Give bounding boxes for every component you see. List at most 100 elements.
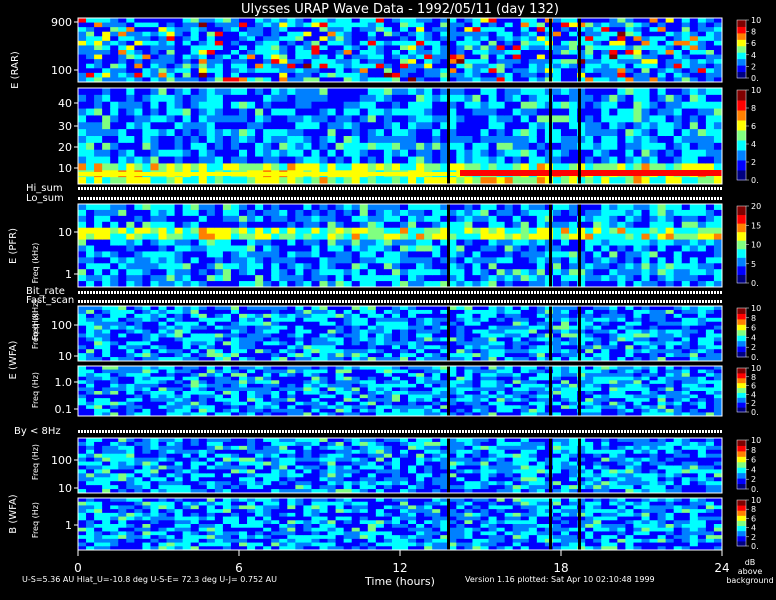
spectrogram-cell	[287, 221, 296, 229]
spectrogram-cell	[432, 115, 441, 123]
spectrogram-cell	[561, 22, 570, 28]
spectrogram-cell	[359, 22, 369, 28]
status-dot	[126, 197, 128, 200]
spectrogram-cell	[625, 142, 634, 151]
spectrogram-cell	[416, 31, 425, 37]
spectrogram-cell	[625, 209, 634, 217]
spectrogram-cell	[593, 54, 602, 60]
spectrogram-cell	[400, 54, 409, 60]
spectrogram-cell	[351, 269, 361, 276]
spectrogram-cell	[649, 63, 659, 69]
spectrogram-cell	[327, 209, 337, 217]
status-dot	[564, 187, 566, 190]
spectrogram-cell	[512, 163, 522, 171]
spectrogram-cell	[408, 156, 417, 164]
spectrogram-cell	[182, 101, 192, 110]
spectrogram-cell	[641, 122, 651, 130]
spectrogram-cell	[343, 215, 353, 223]
status-dot	[402, 187, 404, 190]
spectrogram-cell	[472, 129, 481, 137]
spectrogram-cell	[255, 353, 264, 358]
spectrogram-cell	[126, 45, 135, 51]
spectrogram-cell	[335, 245, 345, 252]
spectrogram-cell	[190, 50, 200, 56]
spectrogram-cell	[271, 341, 280, 346]
spectrogram-cell	[247, 108, 256, 116]
spectrogram-cell	[536, 263, 546, 270]
status-dot	[300, 300, 302, 303]
spectrogram-cell	[351, 45, 361, 51]
spectrogram-cell	[432, 27, 441, 33]
status-dot	[333, 197, 335, 200]
status-dot	[204, 187, 206, 190]
spectrogram-cell	[126, 129, 135, 137]
spectrogram-cell	[102, 269, 111, 276]
spectrogram-cell	[319, 337, 329, 342]
spectrogram-cell	[552, 233, 562, 241]
spectrogram-cell	[367, 45, 377, 51]
spectrogram-cell	[335, 263, 345, 270]
status-dot	[201, 197, 203, 200]
spectrogram-cell	[134, 329, 143, 334]
spectrogram-cell	[222, 309, 232, 315]
spectrogram-cell	[230, 115, 240, 123]
spectrogram-cell	[351, 341, 361, 346]
spectrogram-cell	[585, 122, 594, 130]
spectrogram-cell	[681, 27, 691, 33]
spectrogram-cell	[110, 94, 119, 103]
spectrogram-cell	[464, 27, 473, 33]
spectrogram-cell	[295, 50, 304, 56]
spectrogram-cell	[303, 94, 312, 103]
spectrogram-cell	[255, 204, 264, 211]
spectrogram-cell	[665, 31, 675, 37]
status-dot	[150, 291, 152, 294]
spectrogram-cell	[359, 275, 369, 282]
spectrogram-cell	[319, 275, 329, 282]
spectrogram-cell	[496, 233, 506, 241]
spectrogram-cell	[279, 63, 288, 69]
spectrogram-cell	[94, 215, 103, 223]
status-dot	[582, 197, 584, 200]
status-dot	[435, 300, 437, 303]
spectrogram-cell	[561, 245, 570, 252]
spectrogram-cell	[416, 204, 425, 211]
spectrogram-cell	[134, 68, 143, 74]
status-dot	[354, 187, 356, 190]
spectrogram-cell	[150, 136, 159, 144]
spectrogram-cell	[198, 245, 208, 252]
status-dot	[561, 300, 563, 303]
spectrogram-cell	[94, 317, 103, 323]
status-dot	[654, 187, 656, 190]
status-dot	[702, 197, 704, 200]
spectrogram-cell	[391, 227, 401, 235]
spectrogram-cell	[585, 163, 594, 171]
status-dot	[630, 197, 632, 200]
spectrogram-cell	[569, 209, 578, 217]
status-dot	[387, 300, 389, 303]
status-dot	[264, 430, 266, 433]
spectrogram-cell	[295, 306, 304, 311]
spectrogram-cell	[359, 353, 369, 358]
spectrogram-cell	[166, 54, 176, 60]
spectrogram-cell	[158, 63, 168, 69]
spectrogram-cell	[713, 221, 723, 229]
spectrogram-cell	[255, 257, 264, 264]
status-dot	[399, 197, 401, 200]
spectrogram-cell	[271, 227, 280, 235]
spectrogram-cell	[214, 204, 224, 211]
spectrogram-cell	[705, 142, 715, 151]
spectrogram-cell	[665, 269, 675, 276]
status-dot	[450, 430, 452, 433]
spectrogram-cell	[255, 31, 264, 37]
status-dot	[528, 430, 530, 433]
status-dot	[537, 300, 539, 303]
status-dot	[198, 430, 200, 433]
spectrogram-cell	[593, 245, 602, 252]
spectrogram-cell	[166, 88, 176, 96]
spectrogram-cell	[271, 94, 280, 103]
spectrogram-cell	[118, 306, 127, 311]
spectrogram-cell	[657, 18, 667, 24]
spectrogram-cell	[561, 227, 570, 235]
status-dot	[576, 187, 578, 190]
spectrogram-cell	[617, 54, 626, 60]
